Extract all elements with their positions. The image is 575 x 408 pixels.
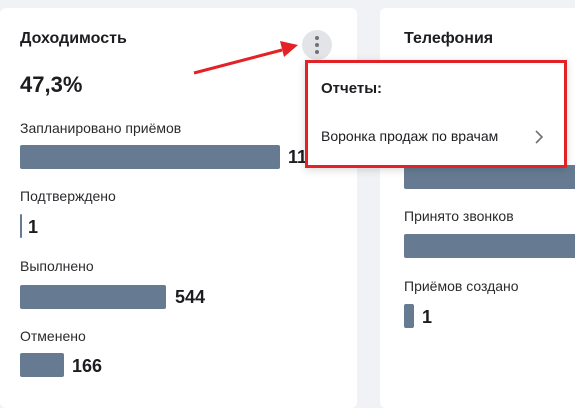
card-title: Доходимость [20,30,127,47]
bar-planned [20,145,280,169]
reports-menu: Отчеты: Воронка продаж по врачам [305,60,567,168]
metric-label-completed: Выполнено [20,258,94,274]
bar-completed [20,285,166,309]
bar-partial-hidden [404,165,575,189]
bar-confirmed [20,214,22,238]
bar-appointments-created [404,304,414,328]
menu-item-label: Воронка продаж по врачам [321,128,499,144]
metric-value-cancelled: 166 [72,356,103,376]
metric-label-planned: Запланировано приёмов [20,120,182,136]
menu-item-doctor-sales-funnel[interactable]: Воронка продаж по врачам [308,118,558,154]
metric-label-calls-received: Принято звонков [404,208,514,224]
bar-cancelled [20,353,64,377]
more-vertical-icon [315,36,319,54]
metric-value-appointments-created: 1 [422,307,433,327]
more-options-button[interactable] [302,30,332,60]
yield-card: Доходимость 47,3% Запланировано приёмов … [0,8,357,408]
bar-calls-received [404,234,575,258]
card-title: Телефония [404,30,494,47]
yield-percentage: 47,3% [20,72,83,97]
metric-value-confirmed: 1 [28,217,39,237]
metric-label-appointments-created: Приёмов создано [404,278,519,294]
metric-label-confirmed: Подтверждено [20,188,116,204]
chevron-right-icon [535,130,544,144]
metric-value-completed: 544 [175,287,206,307]
menu-title: Отчеты: [321,80,383,97]
metric-label-cancelled: Отменено [20,328,86,344]
